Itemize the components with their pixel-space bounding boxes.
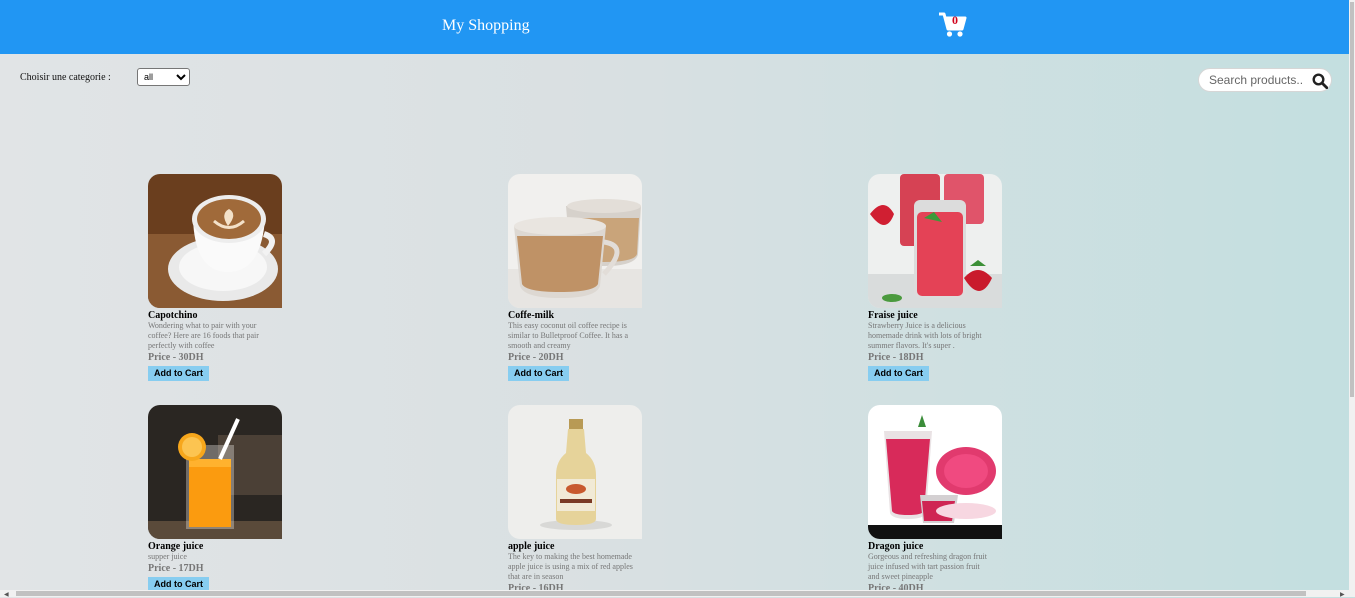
product-card: Capotchino Wondering what to pair with y… bbox=[148, 174, 282, 381]
add-to-cart-button[interactable]: Add to Cart bbox=[148, 366, 209, 381]
product-price: Price - 17DH bbox=[148, 563, 204, 574]
product-name[interactable]: Fraise juice bbox=[868, 310, 1002, 321]
top-navbar: My Shopping 0 bbox=[0, 0, 1349, 54]
add-to-cart-button[interactable]: Add to Cart bbox=[868, 366, 929, 381]
cart-button[interactable]: 0 bbox=[938, 11, 968, 39]
product-description: Strawberry Juice is a delicious homemade… bbox=[868, 321, 982, 350]
product-name[interactable]: apple juice bbox=[508, 541, 642, 552]
vertical-scrollbar[interactable] bbox=[1349, 0, 1355, 597]
product-price: Price - 30DH bbox=[148, 352, 204, 363]
product-name[interactable]: Dragon juice bbox=[868, 541, 1002, 552]
product-description: Gorgeous and refreshing dragon fruit jui… bbox=[868, 552, 987, 581]
product-card: Coffe-milk This easy coconut oil coffee … bbox=[508, 174, 642, 381]
product-image-fraise-juice bbox=[868, 174, 1002, 308]
product-card: Fraise juice Strawberry Juice is a delic… bbox=[868, 174, 1002, 381]
product-image-coffe-milk bbox=[508, 174, 642, 308]
product-description: The key to making the best homemade appl… bbox=[508, 552, 633, 581]
cart-count-badge: 0 bbox=[952, 13, 958, 27]
site-title[interactable]: My Shopping bbox=[442, 17, 530, 35]
product-card: Dragon juice Gorgeous and refreshing dra… bbox=[868, 405, 1002, 594]
product-image-dragon-juice bbox=[868, 405, 1002, 539]
product-image-apple-juice bbox=[508, 405, 642, 539]
product-card: Orange juice supper juice Price - 17DH A… bbox=[148, 405, 282, 592]
product-description: This easy coconut oil coffee recipe is s… bbox=[508, 321, 629, 350]
product-name[interactable]: Coffe-milk bbox=[508, 310, 642, 321]
product-description: Wondering what to pair with your coffee?… bbox=[148, 321, 259, 350]
add-to-cart-button[interactable]: Add to Cart bbox=[508, 366, 569, 381]
category-filter-label: Choisir une categorie : bbox=[20, 72, 111, 83]
vertical-scrollbar-thumb[interactable] bbox=[1350, 2, 1354, 397]
product-name[interactable]: Orange juice bbox=[148, 541, 282, 552]
search-icon[interactable] bbox=[1312, 73, 1328, 89]
product-card: apple juice The key to making the best h… bbox=[508, 405, 642, 594]
search-input[interactable] bbox=[1209, 72, 1305, 88]
horizontal-scrollbar-thumb[interactable] bbox=[16, 591, 1306, 596]
product-image-orange-juice bbox=[148, 405, 282, 539]
product-name[interactable]: Capotchino bbox=[148, 310, 282, 321]
category-select[interactable]: all bbox=[137, 68, 190, 86]
product-price: Price - 20DH bbox=[508, 352, 564, 363]
product-description: supper juice bbox=[148, 552, 187, 561]
horizontal-scrollbar[interactable] bbox=[0, 590, 1349, 597]
product-price: Price - 18DH bbox=[868, 352, 924, 363]
search-box bbox=[1198, 68, 1332, 92]
product-image-capotchino bbox=[148, 174, 282, 308]
